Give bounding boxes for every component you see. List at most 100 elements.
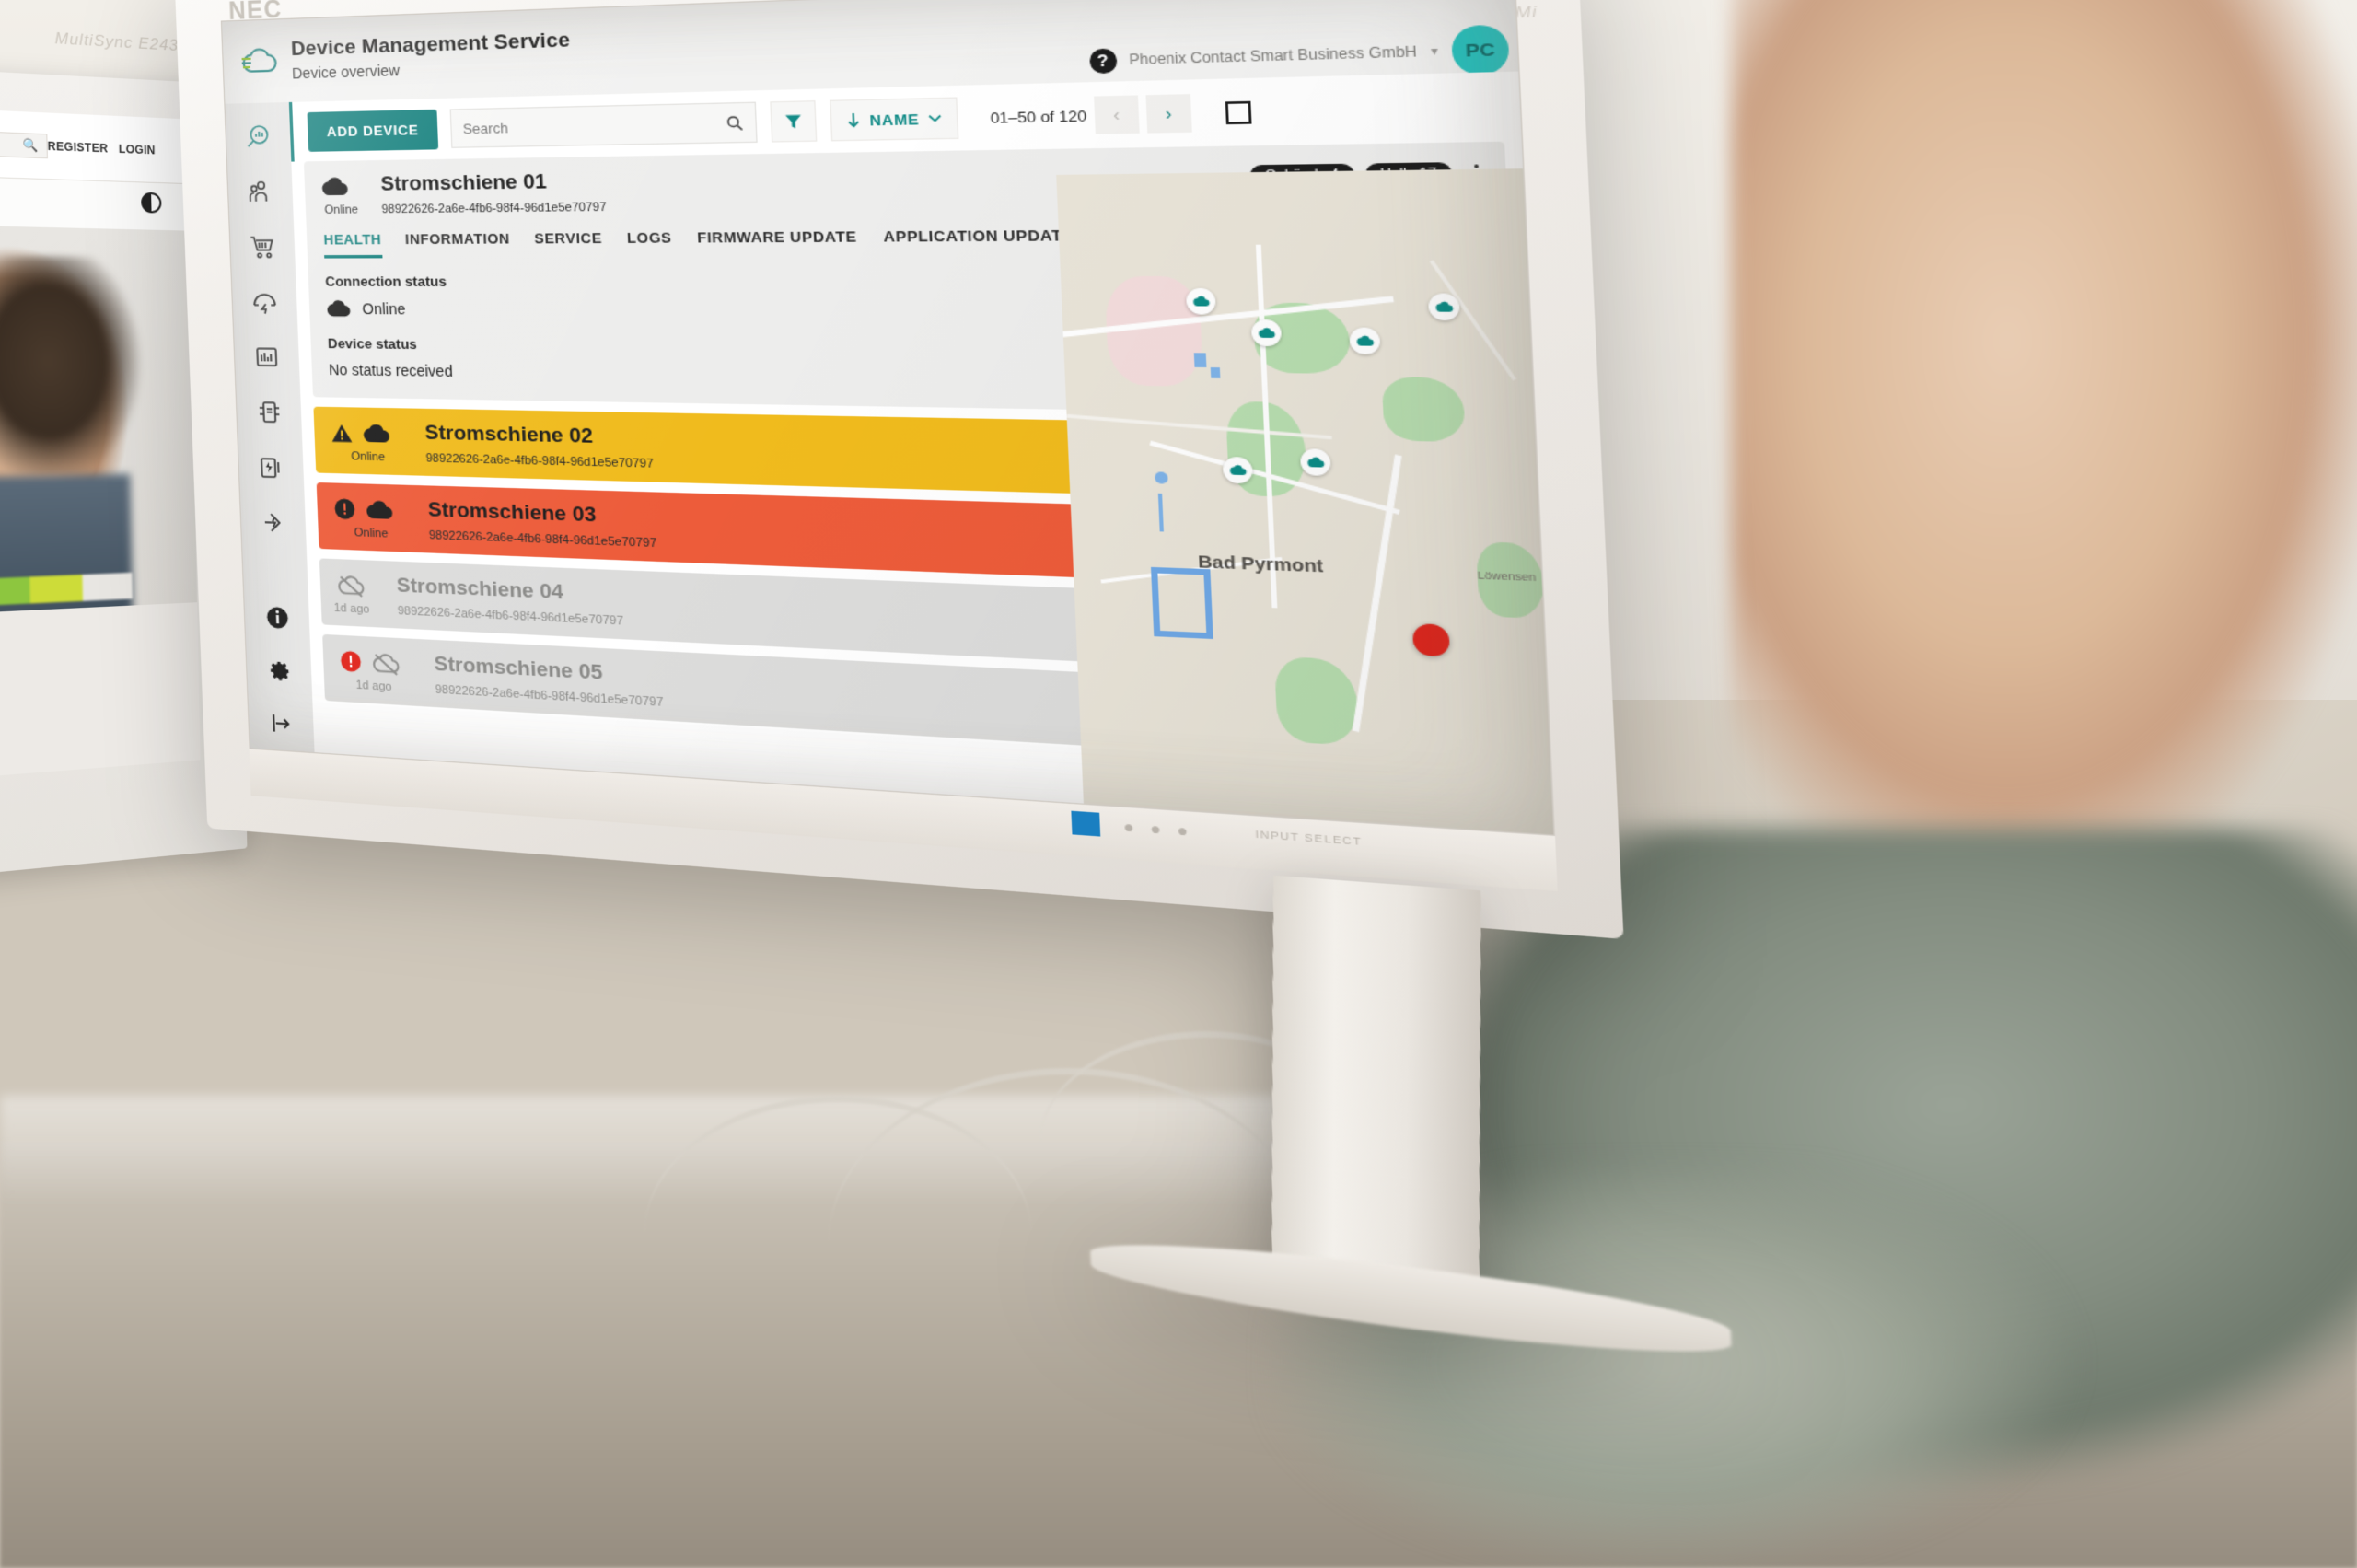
secondary-lower-panel — [0, 602, 201, 779]
person-silhouette — [1731, 0, 2357, 958]
device-uuid: 98922626-2a6e-4fb6-98f4-96d1e5e70797 — [425, 452, 654, 470]
cloud-plug-icon — [239, 45, 280, 78]
cloud-offline-icon — [337, 574, 366, 597]
device-name: Stromschiene 03 — [427, 499, 597, 528]
device-connection-state: 1d ago — [333, 601, 369, 616]
app-window: Device Management Service Device overvie… — [222, 0, 1553, 835]
search-icon[interactable] — [726, 114, 744, 132]
search-box[interactable] — [450, 102, 758, 148]
monitor-screen: Device Management Service Device overvie… — [221, 0, 1555, 836]
sidebar-item-users[interactable] — [227, 164, 294, 220]
device-status-icons — [340, 650, 401, 675]
device-connection-state: Online — [324, 203, 358, 216]
main-monitor: NEC MultiSync E243WMi Device Management … — [175, 0, 1624, 939]
device-uuid: 98922626-2a6e-4fb6-98f4-96d1e5e70797 — [398, 605, 624, 629]
register-link[interactable]: REGISTER — [47, 140, 108, 156]
sidebar-item-charging[interactable] — [232, 274, 298, 330]
cloud-offline-icon — [372, 652, 401, 675]
windows-logo-icon — [1071, 811, 1100, 837]
sidebar-item-devices[interactable] — [236, 384, 302, 440]
chevron-down-icon[interactable]: ▾ — [1431, 44, 1438, 58]
filter-button[interactable] — [771, 100, 818, 143]
map-water-feature — [1211, 367, 1221, 378]
search-input[interactable] — [462, 114, 744, 136]
tab-firmware-update[interactable]: FIRMWARE UPDATE — [697, 228, 858, 258]
error-circle-icon — [334, 498, 356, 520]
map-water-feature — [1158, 494, 1164, 532]
device-status-icons — [321, 176, 350, 198]
device-status-icons — [334, 498, 394, 521]
tab-logs[interactable]: LOGS — [627, 229, 673, 258]
contrast-toggle-icon[interactable] — [141, 192, 162, 214]
sidebar-spacer — [274, 551, 276, 591]
map-city-label: Bad Pyrmont — [1198, 552, 1324, 576]
sidebar-item-shop[interactable] — [229, 219, 296, 274]
map-canvas[interactable]: Bad Pyrmont Löwensen — [1056, 168, 1553, 834]
device-name: Stromschiene 04 — [396, 575, 563, 606]
sidebar-item-power[interactable] — [240, 494, 307, 552]
map-pin[interactable] — [1251, 319, 1282, 346]
pagination: 01–50 of 120 ‹ › — [990, 94, 1192, 136]
search-icon: 🔍 — [22, 137, 38, 153]
pagination-label: 01–50 of 120 — [990, 107, 1087, 126]
sidebar-item-energy-storage[interactable] — [238, 439, 305, 496]
sidebar-item-info[interactable] — [244, 589, 310, 645]
secondary-monitor-screen: Search for... 🔍 REGISTER LOGIN ✉ INPUT/R… — [0, 109, 201, 779]
arrow-down-icon — [846, 112, 862, 129]
map-pin[interactable] — [1428, 294, 1460, 321]
device-name: Stromschiene 01 — [380, 170, 547, 196]
cloud-online-icon — [326, 299, 352, 319]
device-map[interactable]: Bad Pyrmont Löwensen — [1056, 168, 1553, 834]
pagination-next-button[interactable]: › — [1145, 94, 1191, 134]
map-water-feature — [1155, 471, 1168, 483]
warning-triangle-icon — [331, 422, 353, 444]
alert-map-pin[interactable] — [1412, 623, 1450, 657]
error-circle-icon — [340, 650, 362, 673]
page-title: Device Management Service — [291, 29, 571, 62]
avatar[interactable]: PC — [1451, 24, 1510, 75]
map-road — [1353, 455, 1402, 732]
device-uuid: 98922626-2a6e-4fb6-98f4-96d1e5e70797 — [435, 683, 663, 709]
select-all-checkbox[interactable] — [1225, 100, 1251, 123]
sidebar-item-settings[interactable] — [246, 642, 312, 699]
login-link[interactable]: LOGIN — [119, 143, 156, 157]
map-pin[interactable] — [1186, 288, 1216, 315]
tab-information[interactable]: INFORMATION — [405, 230, 511, 258]
chevron-down-icon — [928, 114, 942, 123]
pagination-prev-button[interactable]: ‹ — [1094, 95, 1140, 134]
device-status-icons — [337, 574, 366, 597]
map-pin[interactable] — [1349, 328, 1380, 355]
sort-button[interactable]: NAME — [830, 97, 958, 141]
tab-application-update[interactable]: APPLICATION UPDATE — [883, 226, 1074, 257]
device-name: Stromschiene 05 — [434, 653, 603, 686]
content-area: ADD DEVICE Search NAME 01–50 of 120 ‹ › … — [289, 72, 1554, 835]
photo-person — [0, 254, 145, 477]
device-connection-state: 1d ago — [355, 679, 391, 693]
sidebar-item-logout[interactable] — [248, 695, 314, 752]
map-park — [1274, 656, 1360, 746]
map-water-body — [1151, 567, 1213, 639]
add-device-button[interactable]: ADD DEVICE — [307, 109, 438, 151]
tab-health[interactable]: HEALTH — [323, 231, 382, 258]
cloud-online-icon — [321, 176, 350, 198]
map-pin[interactable] — [1300, 448, 1331, 476]
device-connection-state: Online — [354, 527, 388, 540]
cloud-online-icon — [366, 499, 394, 521]
organization-name[interactable]: Phoenix Contact Smart Business GmbH — [1129, 43, 1417, 68]
monitor-stand-neck — [1271, 876, 1480, 1300]
connection-status-value: Online — [362, 300, 406, 318]
device-connection-state: Online — [351, 450, 385, 464]
map-park — [1382, 377, 1466, 442]
map-secondary-label: Löwensen — [1477, 569, 1536, 584]
help-circle-icon[interactable]: ? — [1088, 48, 1117, 74]
device-status-icons — [331, 422, 390, 445]
cloud-online-icon — [363, 423, 391, 445]
sidebar-item-analytics[interactable] — [234, 330, 300, 386]
device-name: Stromschiene 02 — [424, 422, 594, 449]
device-uuid: 98922626-2a6e-4fb6-98f4-96d1e5e70797 — [381, 201, 607, 216]
tab-service[interactable]: SERVICE — [534, 230, 603, 258]
sidebar-item-device-overview[interactable] — [226, 109, 292, 165]
page-subtitle: Device overview — [292, 62, 401, 82]
map-water-feature — [1194, 353, 1207, 367]
sort-field-label: NAME — [869, 110, 920, 129]
